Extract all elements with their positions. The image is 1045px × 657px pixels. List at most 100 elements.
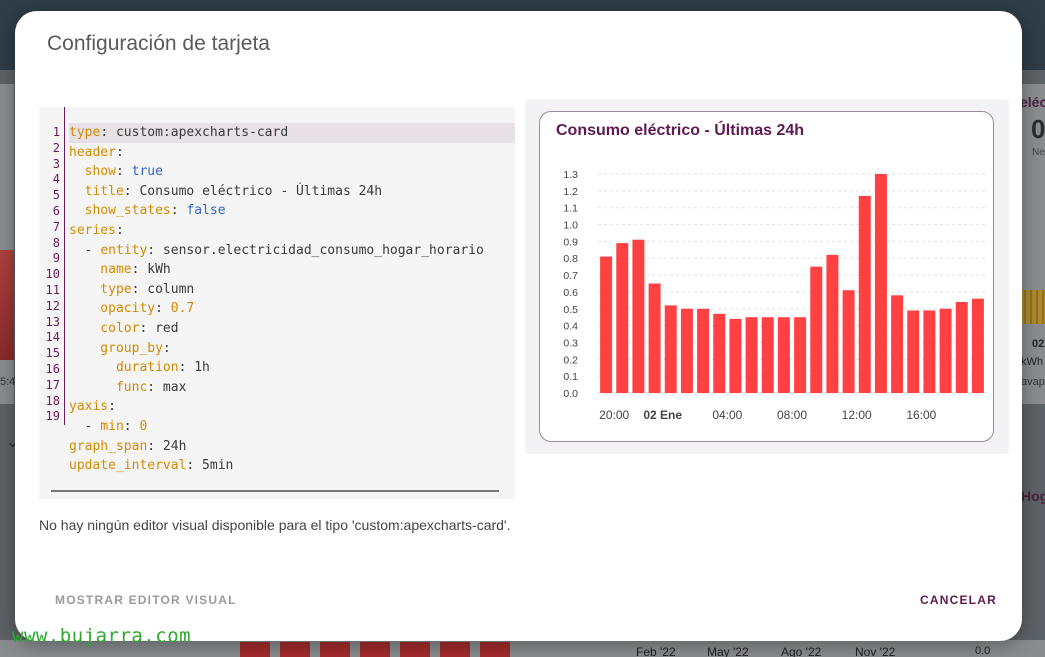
bar: [794, 317, 807, 393]
code-line: name: kWh: [69, 260, 515, 280]
code-token: :: [123, 418, 140, 434]
code-token: :: [170, 203, 187, 219]
code-token: color: [69, 320, 140, 336]
code-line: opacity: 0.7: [69, 299, 515, 319]
line-number-gutter: 1 2 3 4 5 6 7 8 9 10 11 12 13 14 15 16 17 18 19: [39, 107, 65, 425]
code-token: false: [186, 203, 226, 219]
x-tick-label: 04:00: [712, 408, 742, 422]
bar: [632, 239, 645, 393]
code-token: :: [115, 222, 124, 238]
code-token: title: [69, 183, 124, 199]
code-line: type: custom:apexcharts-card: [69, 123, 515, 143]
background-left-label: 5:4: [0, 376, 16, 388]
code-line: - entity: sensor.electricidad_consumo_ho…: [69, 241, 515, 261]
y-tick-label: 0.6: [563, 287, 578, 299]
background-month-label: May '22: [707, 645, 749, 657]
bar-chart: 0.0 0.1 0.2 0.3 0.4 0.5 0.6 0.7 0.8 0.9 1.0 1.1 1.2 1…: [563, 169, 986, 422]
line-number: 11: [45, 282, 60, 297]
y-tick-label: 0.4: [563, 321, 578, 333]
bar: [616, 243, 629, 393]
code-line: duration: 1h: [69, 358, 515, 378]
code-token: update_interval: [69, 458, 187, 474]
background-month-label: Feb '22: [636, 645, 676, 657]
code-line: show_states: false: [69, 201, 515, 221]
bar: [907, 310, 920, 393]
line-number: 17: [45, 377, 60, 392]
bar: [826, 254, 839, 393]
bar: [713, 313, 726, 393]
line-number: 1: [52, 125, 60, 139]
code-lines[interactable]: type: custom:apexcharts-card header: show…: [69, 123, 515, 476]
code-token: group_by: [69, 340, 163, 356]
code-token: opacity: [69, 301, 156, 317]
bar: [955, 302, 968, 393]
code-token: name: [69, 262, 132, 278]
y-tick-label: 0.3: [563, 337, 578, 349]
code-token: : kWh: [131, 262, 171, 278]
background-bottom-zero: 0.0: [975, 645, 991, 657]
x-tick-label: 12:00: [842, 408, 872, 422]
code-token: : Consumo eléctrico - Últimas 24h: [123, 183, 383, 199]
y-tick-label: 1.3: [563, 169, 578, 181]
editor-horizontal-scrollbar[interactable]: [51, 490, 499, 492]
code-token: func: [69, 379, 148, 395]
background-right-unit: kWh: [1021, 356, 1043, 368]
x-tick-label: 16:00: [906, 408, 936, 422]
code-token: : 5min: [186, 458, 234, 474]
y-tick-label: 1.0: [563, 220, 578, 232]
line-number: 12: [45, 298, 60, 313]
background-right-title: eléc: [1020, 94, 1045, 110]
bar: [858, 195, 871, 393]
line-number: 19: [45, 409, 60, 424]
code-token: : custom:apexcharts-card: [100, 125, 289, 140]
line-number: 4: [52, 172, 60, 187]
y-tick-label: 0.0: [563, 388, 578, 400]
line-number: 6: [52, 203, 60, 218]
line-number: 15: [45, 346, 60, 361]
code-token: : sensor.electricidad_consumo_hogar_hora…: [147, 242, 484, 258]
y-tick-label: 1.1: [563, 203, 578, 215]
code-line: color: red: [69, 319, 515, 339]
bar: [891, 295, 904, 393]
cancel-button[interactable]: CANCELAR: [920, 593, 997, 607]
bar: [664, 305, 677, 393]
x-tick-label: 02 Ene: [643, 408, 682, 422]
y-tick-label: 0.2: [563, 354, 578, 366]
bar: [745, 317, 758, 393]
preview-card-title: Consumo eléctrico - Últimas 24h: [556, 122, 805, 139]
background-left-chart: [0, 250, 14, 360]
code-token: show_states: [69, 203, 171, 219]
line-number: 16: [45, 361, 60, 376]
code-token: duration: [69, 360, 179, 376]
code-token: type: [69, 281, 132, 297]
code-token: series: [69, 222, 116, 238]
code-token: :: [115, 144, 124, 160]
code-line: func: max: [69, 378, 515, 398]
show-visual-editor-button[interactable]: MOSTRAR EDITOR VISUAL: [55, 593, 237, 607]
background-month-label: Ago '22: [781, 645, 822, 657]
code-line: show: true: [69, 162, 515, 182]
code-token: -: [69, 242, 101, 258]
code-line: type: column: [69, 280, 515, 300]
code-token: yaxis: [69, 399, 109, 415]
code-token: graph_span: [69, 438, 148, 454]
code-line: update_interval: 5min: [69, 456, 515, 476]
code-token: type: [69, 125, 101, 140]
code-token: :: [162, 340, 171, 356]
code-token: : 1h: [178, 360, 210, 376]
x-tick-label: 08:00: [777, 408, 807, 422]
y-tick-label: 0.1: [563, 371, 578, 383]
code-token: : red: [139, 320, 179, 336]
y-tick-label: 0.9: [563, 236, 578, 248]
card-config-dialog: Configuración de tarjeta 1 2 3 4 5 6 7 8 9 10 11 12…: [15, 11, 1022, 641]
bar: [842, 290, 855, 393]
y-tick-label: 0.7: [563, 270, 578, 282]
bar: [729, 318, 742, 393]
bar: [810, 266, 823, 393]
bar: [648, 283, 661, 393]
dialog-title: Configuración de tarjeta: [47, 32, 270, 55]
preview-chart-card[interactable]: 0.0 0.1 0.2 0.3 0.4 0.5 0.6 0.7 0.8 0.9 1.0 1.1 1.2 1…: [539, 111, 994, 442]
background-right-date: 02: [1032, 338, 1045, 350]
background-bottom-bars: [240, 642, 520, 657]
yaml-code-editor[interactable]: 1 2 3 4 5 6 7 8 9 10 11 12 13 14 15 16 17 18 19 type: cust…: [39, 107, 515, 499]
